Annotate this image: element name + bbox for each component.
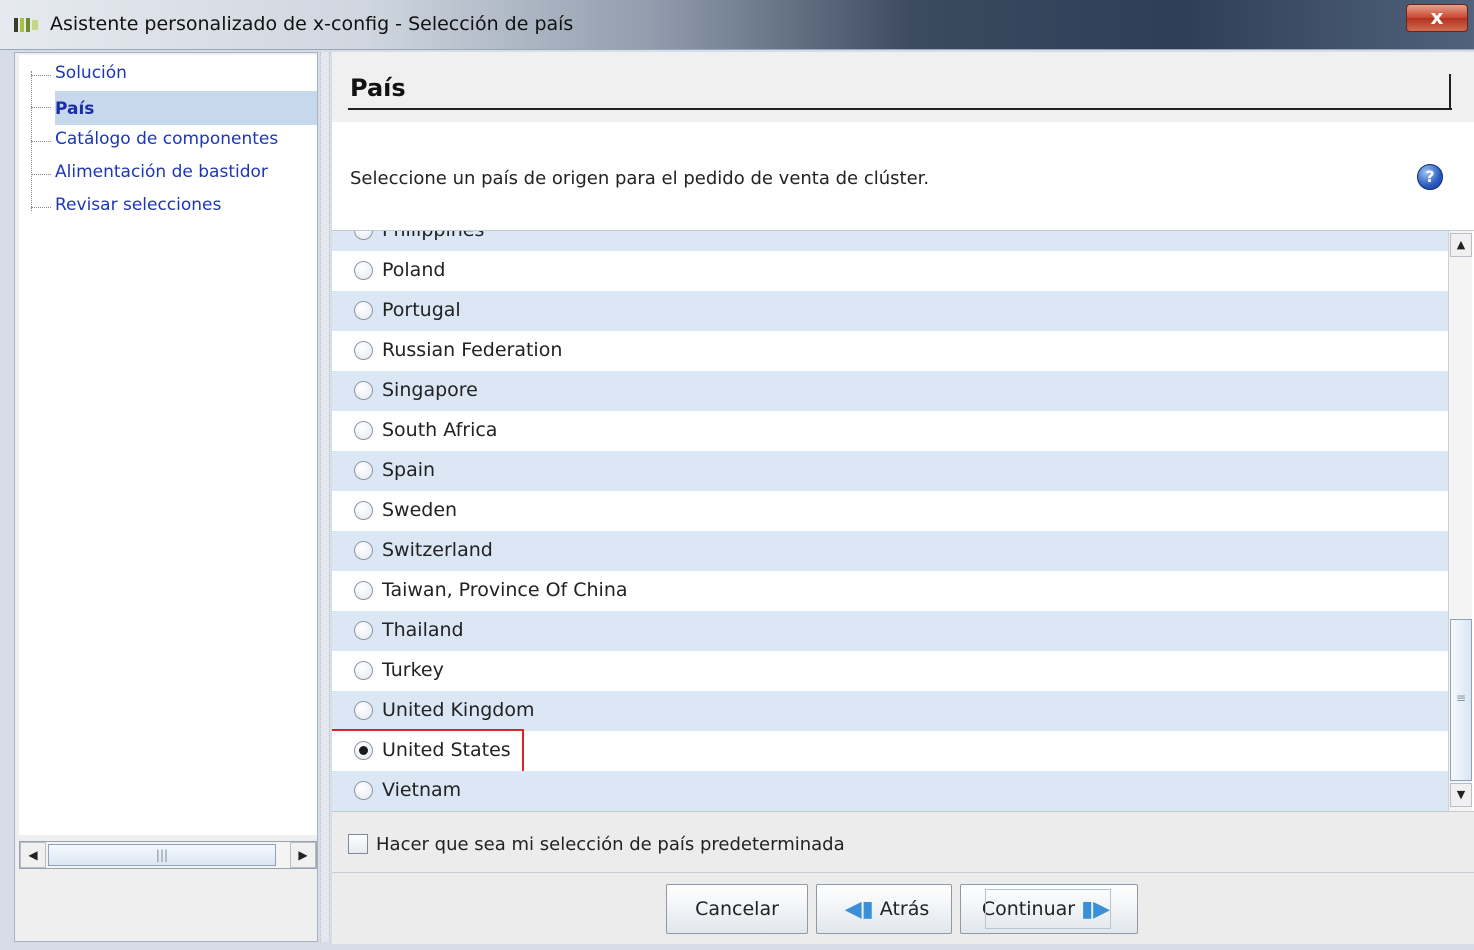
panel-splitter[interactable] (320, 52, 330, 942)
scroll-down-arrow-icon[interactable]: ▼ (1450, 783, 1472, 807)
window-title: Asistente personalizado de x-config - Se… (50, 13, 574, 35)
radio-button[interactable] (354, 301, 373, 320)
country-row[interactable]: Poland (332, 251, 1448, 291)
country-row[interactable]: Vietnam (332, 771, 1448, 811)
radio-button[interactable] (354, 341, 373, 360)
footer-area: Hacer que sea mi selección de país prede… (332, 812, 1474, 944)
cancel-button[interactable]: Cancelar (666, 884, 808, 934)
country-label[interactable]: Thailand (382, 619, 464, 641)
country-row[interactable]: Russian Federation (332, 331, 1448, 371)
default-country-checkbox-label[interactable]: Hacer que sea mi selección de país prede… (376, 834, 845, 855)
country-row[interactable]: United States (332, 729, 1448, 773)
help-icon[interactable]: ? (1417, 164, 1443, 190)
continue-button[interactable]: Continuar ▮▶ (960, 884, 1138, 934)
page-header: País (332, 52, 1474, 122)
navigation-tree: Solución País Catálogo de componentes Al… (19, 55, 317, 835)
country-label[interactable]: Vietnam (382, 779, 461, 801)
country-list-rows: Philippines Poland Portugal Russian Federat… (332, 231, 1448, 811)
nav-item-catalogo[interactable]: Catálogo de componentes (31, 125, 317, 157)
focus-ring (985, 889, 1111, 929)
nav-item-alimentacion[interactable]: Alimentación de bastidor (31, 158, 317, 190)
radio-button[interactable] (354, 621, 373, 640)
radio-button[interactable] (354, 421, 373, 440)
country-label[interactable]: South Africa (382, 419, 497, 441)
country-label[interactable]: Switzerland (382, 539, 493, 561)
radio-button-selected[interactable] (354, 741, 373, 760)
country-row[interactable]: Singapore (332, 371, 1448, 411)
country-row[interactable]: Philippines (332, 231, 1448, 251)
title-border (1449, 74, 1451, 110)
radio-button[interactable] (354, 261, 373, 280)
nav-item-label: Alimentación de bastidor (55, 162, 268, 182)
country-row[interactable]: Switzerland (332, 531, 1448, 571)
title-underline (348, 108, 1452, 110)
radio-button[interactable] (354, 381, 373, 400)
back-button[interactable]: ◀▮ Atrás (816, 884, 952, 934)
country-label[interactable]: Turkey (382, 659, 444, 681)
nav-horizontal-scrollbar[interactable]: ◀ ||| ▶ (19, 841, 317, 869)
nav-item-solucion[interactable]: Solución (31, 59, 317, 91)
radio-button[interactable] (354, 231, 373, 240)
country-label[interactable]: United Kingdom (382, 699, 535, 721)
radio-button[interactable] (354, 661, 373, 680)
nav-item-label: País (55, 99, 95, 119)
country-label[interactable]: Singapore (382, 379, 478, 401)
wizard-window: Asistente personalizado de x-config - Se… (0, 0, 1474, 950)
radio-button[interactable] (354, 461, 373, 480)
page-title: País (350, 74, 406, 102)
country-row[interactable]: Sweden (332, 491, 1448, 531)
scroll-left-arrow-icon[interactable]: ◀ (20, 842, 46, 868)
radio-button[interactable] (354, 701, 373, 720)
title-bar[interactable]: Asistente personalizado de x-config - Se… (0, 0, 1474, 50)
description-text: Seleccione un país de origen para el ped… (350, 168, 930, 189)
country-label[interactable]: United States (382, 739, 511, 761)
country-label[interactable]: Portugal (382, 299, 461, 321)
radio-button[interactable] (354, 781, 373, 800)
scroll-right-arrow-icon[interactable]: ▶ (290, 842, 316, 868)
scroll-thumb[interactable]: ||| (48, 844, 276, 866)
country-label[interactable]: Spain (382, 459, 435, 481)
country-label[interactable]: Taiwan, Province Of China (382, 579, 628, 601)
scroll-thumb[interactable]: ≡ (1450, 619, 1472, 781)
app-icon (14, 16, 38, 34)
radio-button[interactable] (354, 581, 373, 600)
country-label[interactable]: Poland (382, 259, 445, 281)
cancel-button-label: Cancelar (695, 898, 779, 920)
close-button[interactable]: x (1406, 4, 1468, 32)
country-list-scrollbar[interactable]: ▲ ≡ ▼ (1448, 231, 1472, 811)
button-separator (332, 872, 1474, 873)
country-row[interactable]: Spain (332, 451, 1448, 491)
country-row[interactable]: United Kingdom (332, 691, 1448, 731)
default-country-checkbox[interactable] (348, 834, 368, 854)
country-row[interactable]: Taiwan, Province Of China (332, 571, 1448, 611)
country-label[interactable]: Russian Federation (382, 339, 562, 361)
nav-item-label: Catálogo de componentes (55, 129, 279, 149)
country-list[interactable]: Philippines Poland Portugal Russian Federat… (332, 230, 1474, 812)
nav-item-label: Revisar selecciones (55, 195, 222, 215)
radio-button[interactable] (354, 501, 373, 520)
radio-button[interactable] (354, 541, 373, 560)
nav-item-label: Solución (55, 63, 127, 83)
country-label[interactable]: Philippines (382, 231, 484, 241)
country-row[interactable]: Portugal (332, 291, 1448, 331)
country-label[interactable]: Sweden (382, 499, 457, 521)
back-arrow-icon: ◀▮ (844, 896, 874, 922)
country-row[interactable]: Turkey (332, 651, 1448, 691)
main-panel: País Seleccione un país de origen para e… (332, 52, 1474, 944)
scroll-up-arrow-icon[interactable]: ▲ (1450, 233, 1472, 257)
nav-item-pais[interactable]: País (31, 91, 317, 125)
back-button-label: Atrás (879, 898, 930, 920)
country-row[interactable]: South Africa (332, 411, 1448, 451)
nav-item-revisar[interactable]: Revisar selecciones (31, 191, 317, 223)
navigation-panel: Solución País Catálogo de componentes Al… (14, 52, 318, 942)
country-row[interactable]: Thailand (332, 611, 1448, 651)
